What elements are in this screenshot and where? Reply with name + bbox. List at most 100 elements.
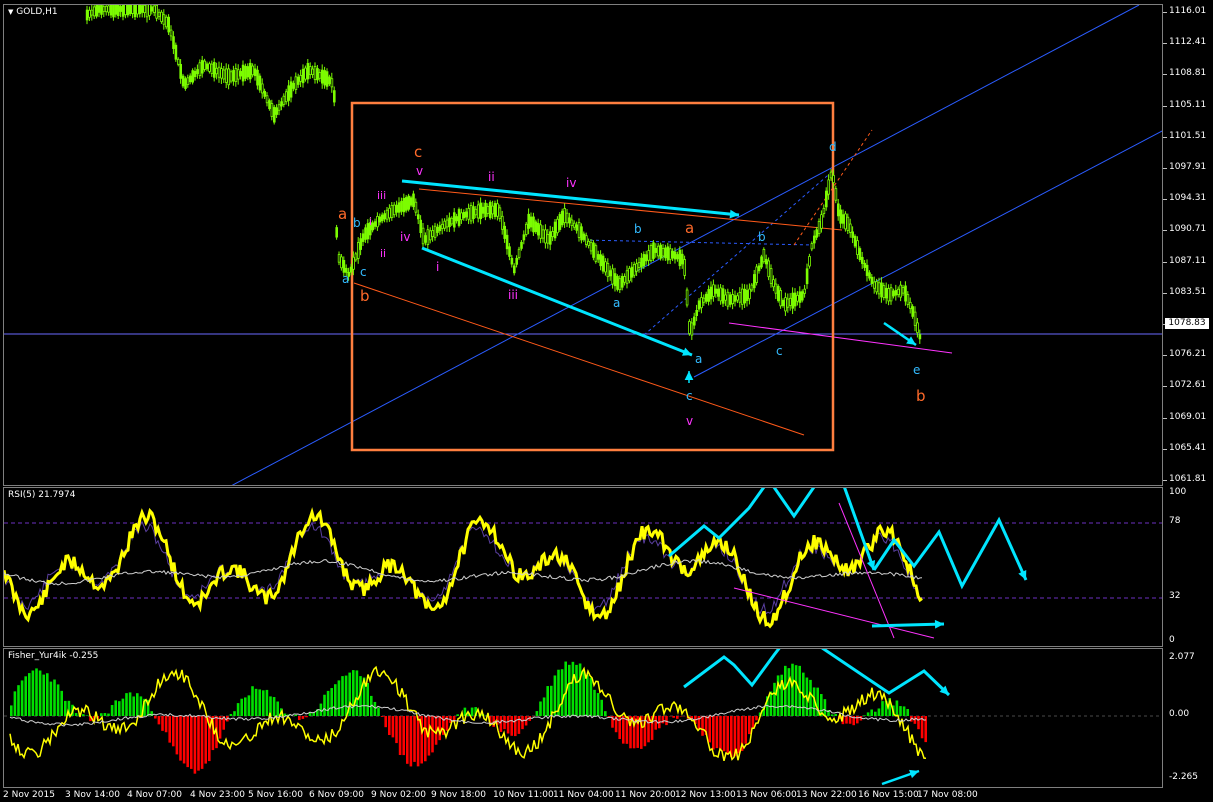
fisher-histogram-bar <box>301 716 305 719</box>
fisher-histogram-bar <box>712 716 715 750</box>
candle <box>157 11 161 17</box>
fisher-histogram-bar <box>305 716 308 718</box>
candle <box>724 294 727 301</box>
candle <box>364 227 367 240</box>
candle <box>491 205 494 215</box>
candle <box>546 234 550 244</box>
price-axis-label: 1069.01 <box>1169 411 1207 422</box>
fisher-histogram-bar <box>118 701 121 716</box>
candle <box>577 222 581 238</box>
candle <box>203 60 207 70</box>
candle <box>630 266 634 278</box>
candle <box>140 5 144 13</box>
fisher-histogram-bar <box>787 668 791 716</box>
fisher-histogram-bar <box>82 714 85 716</box>
fisher-histogram-bar <box>874 711 877 716</box>
price-axis: 1116.01 1112.41 1108.81 1105.11 1101.51 1097.… <box>1163 4 1213 486</box>
candle <box>220 68 223 79</box>
candle <box>575 224 578 231</box>
price-chart-pane[interactable]: ▼ GOLD,H1 c v iii ii iv a b i ii iv a c b i iii a b a b a c c… <box>3 4 1163 486</box>
fisher-histogram-bar <box>53 679 56 716</box>
price-tick <box>1163 292 1167 294</box>
candle <box>100 5 103 15</box>
candle <box>726 291 730 307</box>
candle <box>616 275 619 290</box>
candle <box>849 223 852 233</box>
candle <box>450 217 454 225</box>
candle <box>873 281 876 289</box>
time-axis-label: 16 Nov 15:00 <box>858 790 919 800</box>
candle <box>505 234 509 250</box>
candle <box>191 70 195 83</box>
candle <box>419 219 422 234</box>
fisher-histogram-bar <box>845 716 848 724</box>
candle <box>678 249 682 267</box>
candle <box>193 70 197 78</box>
candle <box>488 201 492 219</box>
candle <box>88 9 91 18</box>
candle <box>606 263 610 278</box>
wave-label: v <box>416 164 423 178</box>
price-axis-label: 1061.81 <box>1169 474 1207 484</box>
candle <box>918 334 922 340</box>
fisher-histogram-bar <box>593 689 596 716</box>
fisher-histogram-bar <box>262 690 265 716</box>
candle <box>839 209 842 224</box>
candle <box>493 203 497 217</box>
fisher-histogram-bar <box>622 716 625 744</box>
price-tick <box>1163 74 1167 76</box>
rsi-pane[interactable]: RSI(5) 21.7974 <box>3 487 1163 647</box>
candle <box>383 213 386 220</box>
candle <box>224 68 228 83</box>
fisher-histogram-bar <box>154 716 157 719</box>
fisher-histogram-bar <box>110 705 114 716</box>
candle <box>779 290 782 307</box>
candle <box>757 265 761 272</box>
candle <box>796 295 799 302</box>
candle <box>906 294 910 305</box>
candle <box>582 233 586 240</box>
fisher-arrow-low-head <box>909 769 919 779</box>
fisher-histogram-bar <box>521 716 524 730</box>
wave-label: b <box>916 387 926 405</box>
cyan-arrow-lower <box>421 246 693 357</box>
candle <box>256 69 259 86</box>
candle <box>424 235 427 243</box>
fisher-histogram-bar <box>100 713 103 716</box>
candle <box>551 231 554 237</box>
candle <box>263 90 266 97</box>
candle <box>822 207 826 215</box>
fisher-histogram-bar <box>276 701 279 716</box>
candle <box>409 197 413 206</box>
fisher-pane[interactable]: Fisher_Yur4ik -0.255 <box>3 648 1163 788</box>
candle <box>109 5 113 16</box>
current-price-tag: 1078.83 <box>1165 318 1209 329</box>
candle <box>117 5 120 17</box>
candle <box>323 70 326 86</box>
candle <box>810 243 814 250</box>
fisher-histogram-bar <box>103 713 107 716</box>
price-tick <box>1163 136 1167 138</box>
candle <box>217 66 221 78</box>
candle <box>421 227 425 245</box>
candle <box>899 284 902 298</box>
time-axis-label: 6 Nov 09:00 <box>309 790 364 800</box>
candle <box>289 81 293 98</box>
candle <box>534 221 538 233</box>
candle <box>683 259 686 276</box>
fisher-histogram-bar <box>323 694 326 716</box>
candle <box>750 284 754 291</box>
fisher-histogram-bar <box>74 713 78 716</box>
candle <box>553 221 557 239</box>
candle <box>340 256 343 269</box>
candle <box>215 67 219 75</box>
candle <box>743 288 746 304</box>
candle <box>769 268 773 284</box>
candle <box>464 211 468 218</box>
fisher-title: Fisher_Yur4ik -0.255 <box>8 651 99 661</box>
candle <box>541 229 545 239</box>
candle <box>549 231 552 245</box>
candle <box>803 288 806 294</box>
candle <box>433 225 437 238</box>
candle <box>205 63 209 70</box>
